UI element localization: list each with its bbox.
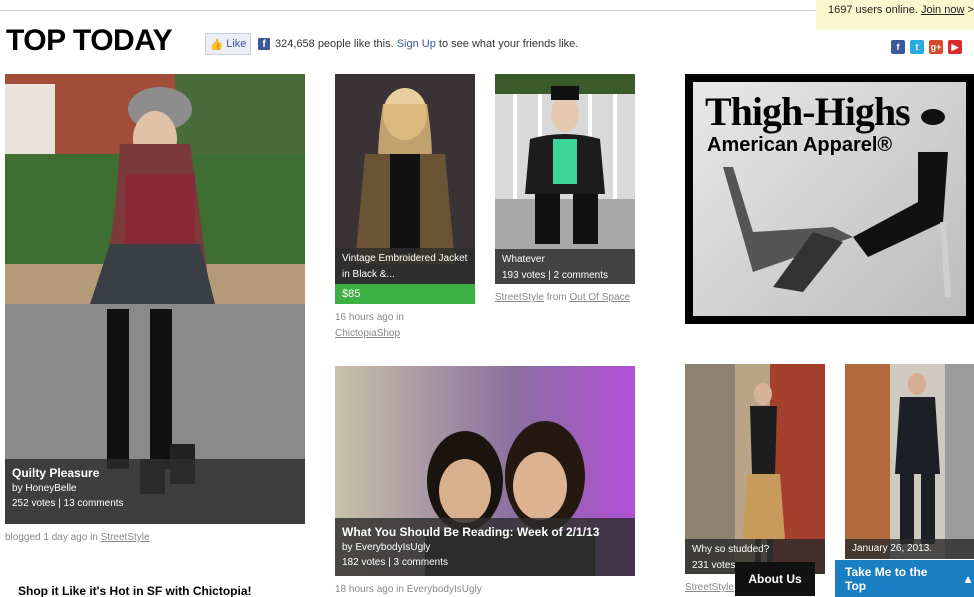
ad-content: Thigh-Highs American Apparel® (693, 82, 966, 316)
top-button-label: Take Me to the Top (845, 564, 928, 593)
join-arrow: > (967, 4, 974, 16)
ad-model-image (723, 109, 951, 298)
signup-link[interactable]: Sign Up (397, 38, 436, 50)
post-title[interactable]: What You Should Be Reading: Week of 2/1/… (342, 524, 628, 540)
post-title[interactable]: Quilty Pleasure (12, 465, 298, 481)
post-title[interactable]: January 26, 2013. (852, 541, 967, 557)
page-title: TOP TODAY (6, 24, 173, 57)
post-caption: What You Should Be Reading: Week of 2/1/… (335, 518, 635, 576)
about-us-button[interactable]: About Us (735, 562, 815, 596)
price-tag[interactable]: $85 (335, 284, 475, 304)
meta-prefix: blogged 1 day ago in (5, 532, 98, 543)
facebook-icon[interactable]: f (891, 40, 905, 54)
post-photo (5, 74, 305, 524)
like-count: 324,658 people like this. Sign Up to see… (275, 38, 578, 50)
category-link[interactable]: StreetStyle (495, 292, 544, 303)
post-meta: blogged 1 day ago in StreetStyle (5, 530, 150, 546)
category-link[interactable]: StreetStyle (685, 582, 734, 593)
online-count: 1697 users online. (828, 4, 918, 16)
post-title[interactable]: Vintage Embroidered Jacket in Black &... (342, 251, 468, 283)
source-link[interactable]: Out Of Space (569, 292, 630, 303)
post-meta: StreetStyle (685, 580, 734, 596)
like-label: Like (226, 38, 247, 50)
promo-headline[interactable]: Shop it Like it's Hot in SF with Chictop… (18, 584, 252, 597)
youtube-icon[interactable]: ▶ (948, 40, 962, 54)
post-card-vintage-jacket[interactable]: Vintage Embroidered Jacket in Black &... (335, 74, 475, 284)
post-card-whatever[interactable]: Whatever 193 votes | 2 comments (495, 74, 635, 284)
post-title[interactable]: Whatever (502, 252, 628, 268)
post-meta: StreetStyle from Out Of Space (495, 290, 635, 306)
take-me-to-top-button[interactable]: Take Me to the Top ▲ (835, 560, 974, 597)
like-count-text: 324,658 people like this. (275, 38, 394, 50)
facebook-icon: f (258, 38, 270, 50)
post-caption: Whatever 193 votes | 2 comments (495, 249, 635, 284)
meta-time: 16 hours ago in (335, 312, 404, 323)
post-card-what-you-should-be-reading[interactable]: What You Should Be Reading: Week of 2/1/… (335, 366, 635, 576)
facebook-like-button[interactable]: 👍 Like (205, 33, 251, 55)
google-plus-icon[interactable]: g+ (929, 40, 943, 54)
twitter-icon[interactable]: t (910, 40, 924, 54)
post-card-january-26[interactable]: January 26, 2013. (845, 364, 974, 559)
post-caption: Quilty Pleasure by HoneyBelle 252 votes … (5, 459, 305, 524)
up-arrow-icon: ▲ (962, 571, 974, 586)
post-stats: 193 votes | 2 comments (502, 270, 608, 281)
post-title[interactable]: Why so studded? (692, 542, 818, 558)
post-meta: 16 hours ago in ChictopiaShop (335, 310, 475, 342)
post-caption: Vintage Embroidered Jacket in Black &... (335, 248, 475, 284)
category-link[interactable]: StreetStyle (101, 532, 150, 543)
post-caption: January 26, 2013. (845, 539, 974, 559)
thumbs-up-icon: 👍 (209, 38, 224, 51)
join-now-link[interactable]: Join now (921, 4, 964, 16)
post-stats: 252 votes | 13 comments (12, 498, 124, 509)
signup-suffix: to see what your friends like. (438, 38, 579, 50)
meta-from: from (546, 292, 567, 303)
post-author[interactable]: by EverybodyIsUgly (342, 540, 628, 555)
users-online-banner: 1697 users online. Join now > (816, 0, 974, 30)
post-card-why-so-studded[interactable]: Why so studded? 231 votes (685, 364, 825, 574)
post-author[interactable]: by HoneyBelle (12, 481, 298, 496)
social-icons: f t g+ ▶ (891, 40, 962, 54)
post-stats: 182 votes | 3 comments (342, 557, 448, 568)
post-card-quilty-pleasure[interactable]: Quilty Pleasure by HoneyBelle 252 votes … (5, 74, 305, 524)
post-meta: 18 hours ago in EverybodyIsUgly (335, 584, 482, 595)
shop-link[interactable]: ChictopiaShop (335, 328, 400, 339)
post-photo (845, 364, 974, 559)
advertisement-banner[interactable]: Thigh-Highs American Apparel® (685, 74, 974, 324)
